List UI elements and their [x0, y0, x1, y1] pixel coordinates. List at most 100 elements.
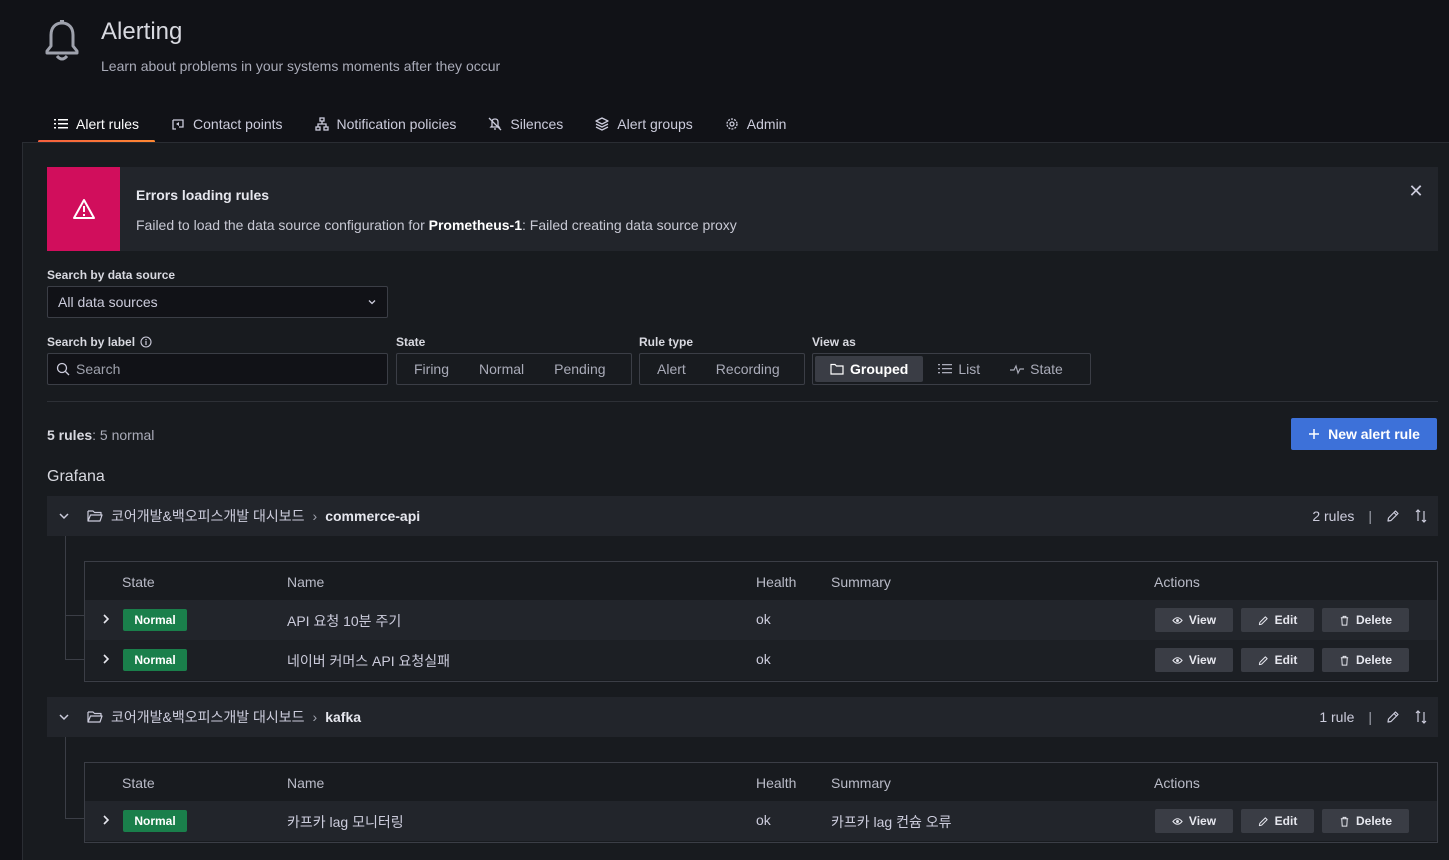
alert-body: Errors loading rules Failed to load the … [120, 167, 753, 251]
delete-button[interactable]: Delete [1322, 648, 1409, 672]
datasource-select[interactable]: All data sources [47, 286, 388, 318]
eye-icon [1172, 616, 1183, 624]
error-alert: Errors loading rules Failed to load the … [47, 167, 1438, 251]
info-circle-icon[interactable] [140, 336, 152, 348]
new-alert-rule-label: New alert rule [1328, 426, 1420, 442]
table-row: Normal API 요청 10분 주기 ok View Edit Delete [85, 600, 1437, 640]
label-filter-label: Search by label [47, 335, 136, 349]
datasource-select-value: All data sources [58, 294, 158, 310]
group-rule-count: 2 rules [1312, 508, 1355, 524]
view-button[interactable]: View [1155, 608, 1233, 632]
pen-icon[interactable] [1386, 710, 1400, 724]
namespace-title: Grafana [47, 468, 105, 485]
view-label: View [1188, 613, 1217, 627]
group-meta: 1 rule | [1319, 709, 1428, 725]
tab-label: Silences [510, 116, 564, 132]
cog-icon [726, 118, 738, 130]
tab-label: Notification policies [336, 116, 457, 132]
state-option-normal[interactable]: Normal [464, 356, 539, 382]
delete-button[interactable]: Delete [1322, 809, 1409, 833]
tab-silences[interactable]: Silences [472, 106, 579, 142]
bell-icon [45, 20, 79, 61]
edit-label: Edit [1274, 814, 1298, 828]
rule-name: API 요청 10분 주기 [287, 613, 402, 629]
column-header-name: Name [287, 775, 325, 791]
folder-open-icon [87, 711, 103, 723]
chevron-right-icon[interactable] [99, 652, 113, 666]
rule-health: ok [756, 611, 771, 627]
view-label: View [1188, 814, 1217, 828]
chevron-down-icon [368, 300, 376, 305]
trash-icon [1340, 615, 1349, 626]
edit-button[interactable]: Edit [1241, 608, 1314, 632]
sort-icon[interactable] [1414, 710, 1428, 724]
view-option-state[interactable]: State [995, 356, 1078, 382]
column-header-actions: Actions [1154, 775, 1200, 791]
delete-label: Delete [1355, 613, 1393, 627]
eye-icon [1172, 656, 1183, 664]
rule-type-option-alert[interactable]: Alert [642, 356, 701, 382]
rule-type-option-recording[interactable]: Recording [701, 356, 795, 382]
trash-icon [1340, 816, 1349, 827]
list-icon [54, 119, 68, 129]
status-badge: Normal [123, 609, 187, 631]
folder-open-icon [87, 510, 103, 522]
trash-icon [1340, 655, 1349, 666]
column-header-state: State [122, 775, 155, 791]
page-header: Alerting Learn about problems in your sy… [0, 0, 1449, 143]
chevron-right-icon[interactable] [99, 813, 113, 827]
rule-name: 카프카 lag 모니터링 [287, 814, 404, 830]
group-name: kafka [325, 709, 362, 725]
tab-alert-rules[interactable]: Alert rules [38, 106, 156, 143]
label-search-input[interactable] [76, 361, 376, 377]
delete-label: Delete [1355, 653, 1393, 667]
exclamation-triangle-icon [72, 199, 95, 219]
rule-group-header: 코어개발&백오피스개발 대시보드 › commerce-api 2 rules … [47, 496, 1438, 536]
edit-button[interactable]: Edit [1241, 809, 1314, 833]
sitemap-icon [314, 117, 329, 131]
edit-label: Edit [1274, 653, 1298, 667]
rules-count: 5 rules [47, 427, 93, 443]
pen-icon [1258, 615, 1268, 625]
column-header-name: Name [287, 574, 325, 590]
tab-bar: Alert rules Contact points Notification … [38, 106, 803, 143]
view-button[interactable]: View [1155, 809, 1233, 833]
tab-alert-groups[interactable]: Alert groups [579, 106, 708, 142]
edit-button[interactable]: Edit [1241, 648, 1314, 672]
rules-table: State Name Health Summary Actions Normal… [84, 762, 1438, 843]
delete-button[interactable]: Delete [1322, 608, 1409, 632]
new-alert-rule-button[interactable]: New alert rule [1291, 418, 1437, 450]
tab-contact-points[interactable]: Contact points [155, 106, 299, 142]
tab-label: Alert groups [617, 116, 693, 132]
close-icon[interactable]: ✕ [1408, 182, 1424, 200]
table-header: State Name Health Summary Actions [85, 763, 1437, 801]
folder-name: 코어개발&백오피스개발 대시보드 [111, 709, 305, 725]
tree-connector [65, 536, 85, 616]
edit-label: Edit [1274, 613, 1298, 627]
tab-notification-policies[interactable]: Notification policies [299, 106, 473, 142]
pen-icon[interactable] [1386, 509, 1400, 523]
tab-label: Admin [746, 116, 787, 132]
group-meta: 2 rules | [1312, 508, 1428, 524]
bell-slash-icon [488, 117, 502, 131]
breadcrumb-separator: › [312, 709, 318, 725]
chevron-right-icon[interactable] [99, 612, 113, 626]
delete-label: Delete [1355, 814, 1393, 828]
label-search-box [47, 353, 388, 385]
rule-type-label: Rule type [639, 335, 694, 349]
view-button[interactable]: View [1155, 648, 1233, 672]
rules-detail: : 5 normal [92, 427, 155, 443]
eye-icon [1172, 817, 1183, 825]
search-icon [56, 362, 70, 376]
chevron-down-icon[interactable] [57, 509, 71, 523]
folder-name: 코어개발&백오피스개발 대시보드 [111, 508, 305, 524]
state-option-firing[interactable]: Firing [399, 356, 464, 382]
tab-admin[interactable]: Admin [709, 106, 803, 142]
sort-icon[interactable] [1414, 509, 1428, 523]
view-option-grouped[interactable]: Grouped [815, 356, 924, 382]
view-option-list[interactable]: List [923, 356, 995, 382]
column-header-summary: Summary [831, 574, 891, 590]
chevron-down-icon[interactable] [57, 710, 71, 724]
alert-message-prefix: Failed to load the data source configura… [136, 217, 429, 233]
state-option-pending[interactable]: Pending [539, 356, 620, 382]
